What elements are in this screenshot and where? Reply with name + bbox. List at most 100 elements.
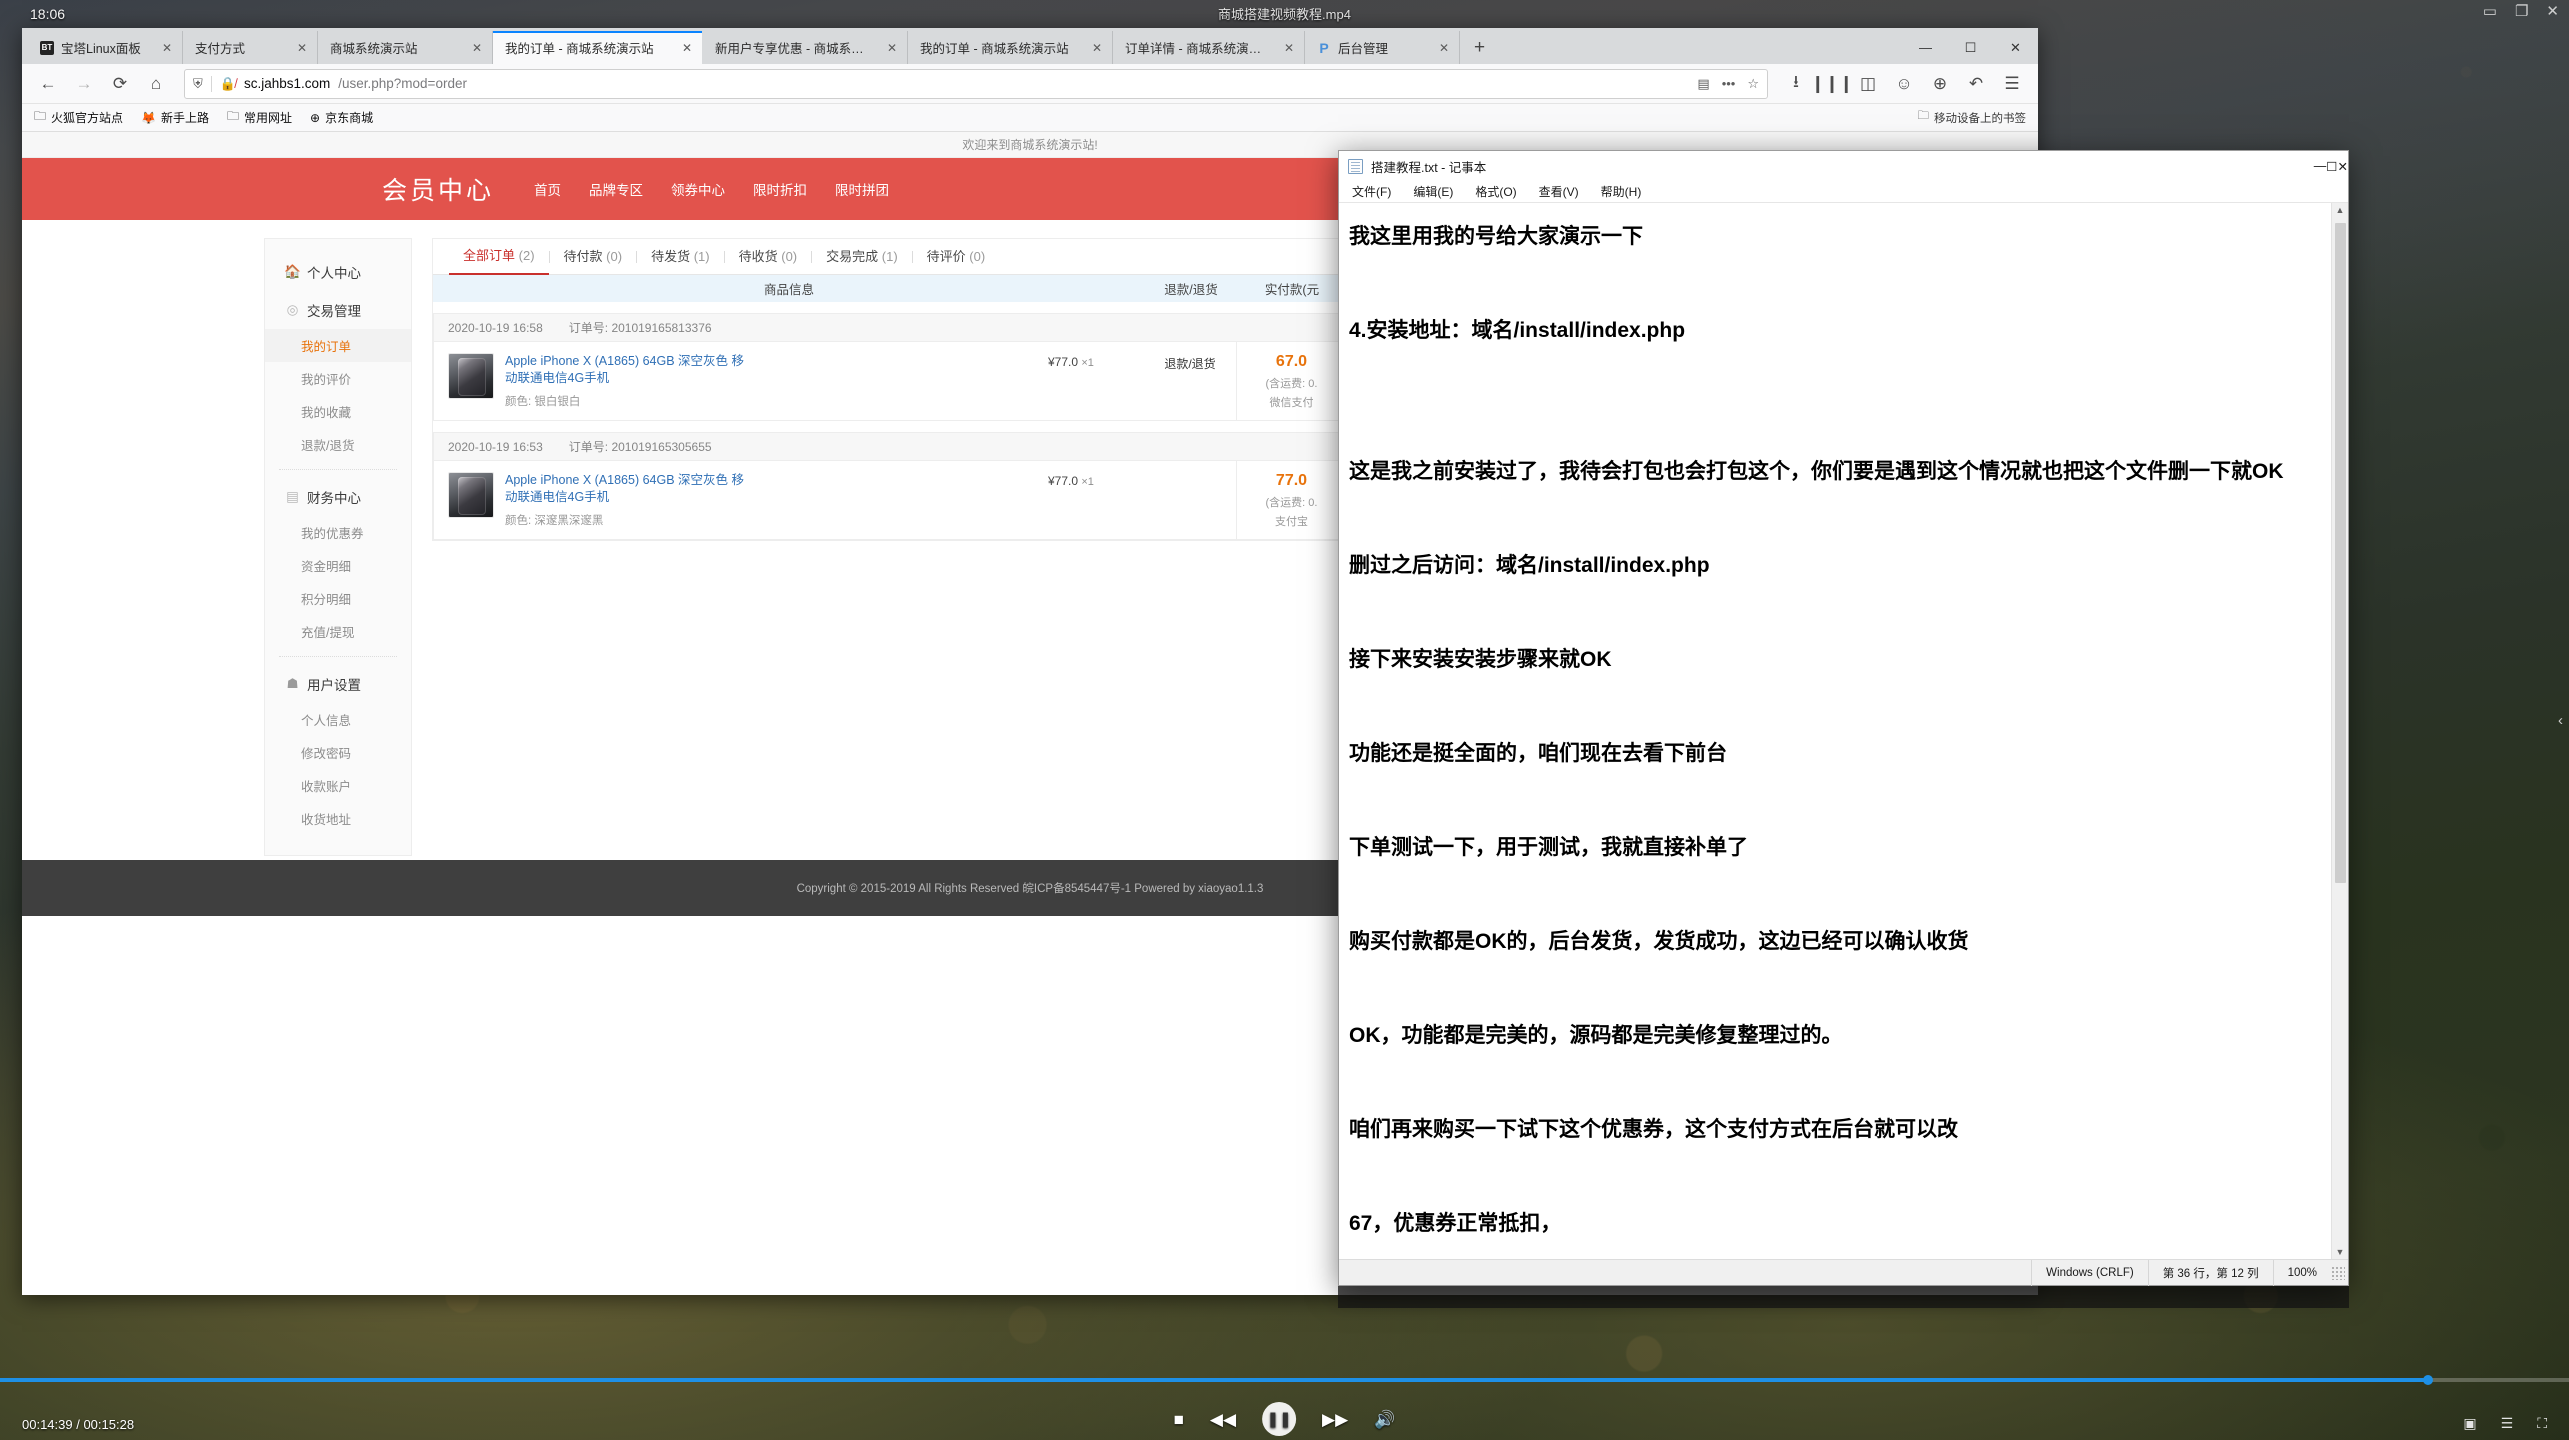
tab-close-icon[interactable]: ✕ <box>1086 41 1102 55</box>
sidebar-item-payment-account[interactable]: 收款账户 <box>265 769 411 802</box>
tab-all-orders[interactable]: 全部订单 (2) <box>449 238 549 275</box>
sidebar-item-my-reviews[interactable]: 我的评价 <box>265 362 411 395</box>
player-restore-icon[interactable]: ❐ <box>2515 4 2528 19</box>
shield-icon[interactable]: ⛨ <box>193 76 203 92</box>
notepad-titlebar[interactable]: 搭建教程.txt - 记事本 — ☐ ✕ <box>1339 151 2348 181</box>
account-icon[interactable]: ☺ <box>1888 69 1920 99</box>
browser-tab-4[interactable]: 新用户专享优惠 - 商城系统演示站 ✕ <box>703 31 908 64</box>
nav-item-flash-discount[interactable]: 限时折扣 <box>753 179 807 199</box>
order-refund-link[interactable]: 退款/退货 <box>1144 342 1236 420</box>
sidebar-item-personal-info[interactable]: 个人信息 <box>265 703 411 736</box>
volume-icon[interactable]: 🔊 <box>1374 1411 1395 1428</box>
stop-icon[interactable]: ■ <box>1174 1411 1184 1428</box>
resize-grip-icon[interactable] <box>2331 1266 2345 1280</box>
tab-pending-payment[interactable]: 待付款 (0) <box>550 239 637 274</box>
fullscreen-icon[interactable]: ⛶ <box>2537 1415 2547 1432</box>
sidebar-item-shipping-address[interactable]: 收货地址 <box>265 802 411 835</box>
bookmark-item-1[interactable]: 🦊 新手上路 <box>141 109 209 126</box>
bookmark-star-icon[interactable]: ☆ <box>1747 76 1759 92</box>
tab-close-icon[interactable]: ✕ <box>156 41 172 55</box>
forward-icon[interactable]: → <box>68 69 100 99</box>
tab-pending-receipt[interactable]: 待收货 (0) <box>725 239 812 274</box>
mobile-bookmarks-item[interactable]: 🗀 移动设备上的书签 <box>1918 108 2027 127</box>
menu-file[interactable]: 文件(F) <box>1349 183 1394 200</box>
tab-close-icon[interactable]: ✕ <box>466 41 482 55</box>
playlist-icon[interactable]: ☰ <box>2501 1415 2514 1432</box>
tab-close-icon[interactable]: ✕ <box>1433 41 1449 55</box>
nav-item-home[interactable]: 首页 <box>534 179 561 199</box>
browser-minimize-button[interactable]: — <box>1903 31 1948 64</box>
notepad-close-button[interactable]: ✕ <box>2338 159 2348 174</box>
sidebar-item-refund-return[interactable]: 退款/退货 <box>265 428 411 461</box>
tab-pending-shipment[interactable]: 待发货 (1) <box>637 239 724 274</box>
new-tab-button[interactable]: + <box>1460 31 1499 64</box>
menu-view[interactable]: 查看(V) <box>1536 183 1582 200</box>
undo-icon[interactable]: ↶ <box>1960 69 1992 99</box>
sidebar-group-personal-center[interactable]: 🏠 个人中心 <box>265 253 411 291</box>
order-refund-link[interactable] <box>1144 461 1236 539</box>
tab-pending-review[interactable]: 待评价 (0) <box>913 239 1000 274</box>
sidebar-item-points-details[interactable]: 积分明细 <box>265 582 411 615</box>
browser-maximize-button[interactable]: ☐ <box>1948 31 1993 64</box>
sidebar-item-change-password[interactable]: 修改密码 <box>265 736 411 769</box>
extension-icon[interactable]: ⊕ <box>1924 69 1956 99</box>
sidebar-item-my-orders[interactable]: 我的订单 <box>265 329 411 362</box>
browser-tab-1[interactable]: 支付方式 ✕ <box>183 31 318 64</box>
browser-tab-3-active[interactable]: 我的订单 - 商城系统演示站 ✕ <box>493 31 703 64</box>
progress-handle[interactable] <box>2423 1375 2433 1385</box>
menu-help[interactable]: 帮助(H) <box>1598 183 1645 200</box>
browser-tab-7[interactable]: P 后台管理 ✕ <box>1305 31 1460 64</box>
scrollbar-thumb[interactable] <box>2335 223 2346 883</box>
player-minimize-icon[interactable]: ▭ <box>2483 4 2497 19</box>
bookmark-item-0[interactable]: 🗀 火狐官方站点 <box>34 107 123 128</box>
previous-icon[interactable]: ◀◀ <box>1210 1411 1236 1428</box>
nav-item-flash-group[interactable]: 限时拼团 <box>835 179 889 199</box>
sidebar-item-fund-details[interactable]: 资金明细 <box>265 549 411 582</box>
sidebar-group-trade-management[interactable]: ◎ 交易管理 <box>265 291 411 329</box>
menu-icon[interactable]: ☰ <box>1996 69 2028 99</box>
reload-icon[interactable]: ⟳ <box>104 69 136 99</box>
player-close-icon[interactable]: ✕ <box>2546 4 2559 19</box>
tab-close-icon[interactable]: ✕ <box>1278 41 1294 55</box>
notepad-textarea[interactable]: 我这里用我的号给大家演示一下 4.安装地址：域名/install/index.p… <box>1339 203 2331 1259</box>
sidebar-icon[interactable]: ◫ <box>1852 69 1884 99</box>
notepad-minimize-button[interactable]: — <box>2314 159 2327 174</box>
menu-edit[interactable]: 编辑(E) <box>1410 183 1456 200</box>
downloads-icon[interactable]: ⭳ <box>1780 69 1812 99</box>
browser-close-button[interactable]: ✕ <box>1993 31 2038 64</box>
scroll-up-arrow-icon[interactable]: ▲ <box>2336 205 2345 215</box>
product-name-link[interactable]: Apple iPhone X (A1865) 64GB 深空灰色 移动联通电信4… <box>505 353 755 387</box>
tab-completed[interactable]: 交易完成 (1) <box>812 239 912 274</box>
browser-tab-5[interactable]: 我的订单 - 商城系统演示站 ✕ <box>908 31 1113 64</box>
tab-close-icon[interactable]: ✕ <box>881 41 897 55</box>
tab-close-icon[interactable]: ✕ <box>676 41 692 55</box>
pause-icon[interactable]: ❚❚ <box>1262 1402 1296 1436</box>
tab-close-icon[interactable]: ✕ <box>291 41 307 55</box>
scroll-down-arrow-icon[interactable]: ▼ <box>2336 1247 2345 1257</box>
more-icon[interactable]: ••• <box>1722 76 1736 92</box>
back-icon[interactable]: ← <box>32 69 64 99</box>
nav-item-coupon-center[interactable]: 领券中心 <box>671 179 725 199</box>
browser-tab-6[interactable]: 订单详情 - 商城系统演示站 ✕ <box>1113 31 1305 64</box>
screenshot-icon[interactable]: ▣ <box>2463 1415 2476 1432</box>
reader-icon[interactable]: ▤ <box>1697 76 1709 92</box>
sidebar-group-user-settings[interactable]: ☗ 用户设置 <box>265 665 411 703</box>
crossed-lock-icon[interactable]: 🔒̸ <box>220 76 236 92</box>
address-bar[interactable]: ⛨ 🔒̸ sc.jahbs1.com/user.php?mod=order ▤ … <box>184 69 1768 99</box>
browser-tab-2[interactable]: 商城系统演示站 ✕ <box>318 31 493 64</box>
sidebar-group-finance-center[interactable]: ▤ 财务中心 <box>265 478 411 516</box>
notepad-maximize-button[interactable]: ☐ <box>2326 159 2337 174</box>
video-progress-bar[interactable] <box>0 1378 2569 1382</box>
sidebar-item-recharge-withdraw[interactable]: 充值/提现 <box>265 615 411 648</box>
notepad-scrollbar[interactable]: ▲ ▼ <box>2331 203 2348 1259</box>
nav-item-brand-zone[interactable]: 品牌专区 <box>589 179 643 199</box>
menu-format[interactable]: 格式(O) <box>1472 183 1519 200</box>
library-icon[interactable]: ❙❙❙ <box>1816 69 1848 99</box>
product-thumbnail[interactable] <box>448 472 494 518</box>
product-thumbnail[interactable] <box>448 353 494 399</box>
sidebar-item-my-coupons[interactable]: 我的优惠券 <box>265 516 411 549</box>
bookmark-item-3[interactable]: ⊕ 京东商城 <box>310 109 373 126</box>
product-name-link[interactable]: Apple iPhone X (A1865) 64GB 深空灰色 移动联通电信4… <box>505 472 755 506</box>
browser-tab-0[interactable]: BT 宝塔Linux面板 ✕ <box>28 31 183 64</box>
home-icon[interactable]: ⌂ <box>140 69 172 99</box>
